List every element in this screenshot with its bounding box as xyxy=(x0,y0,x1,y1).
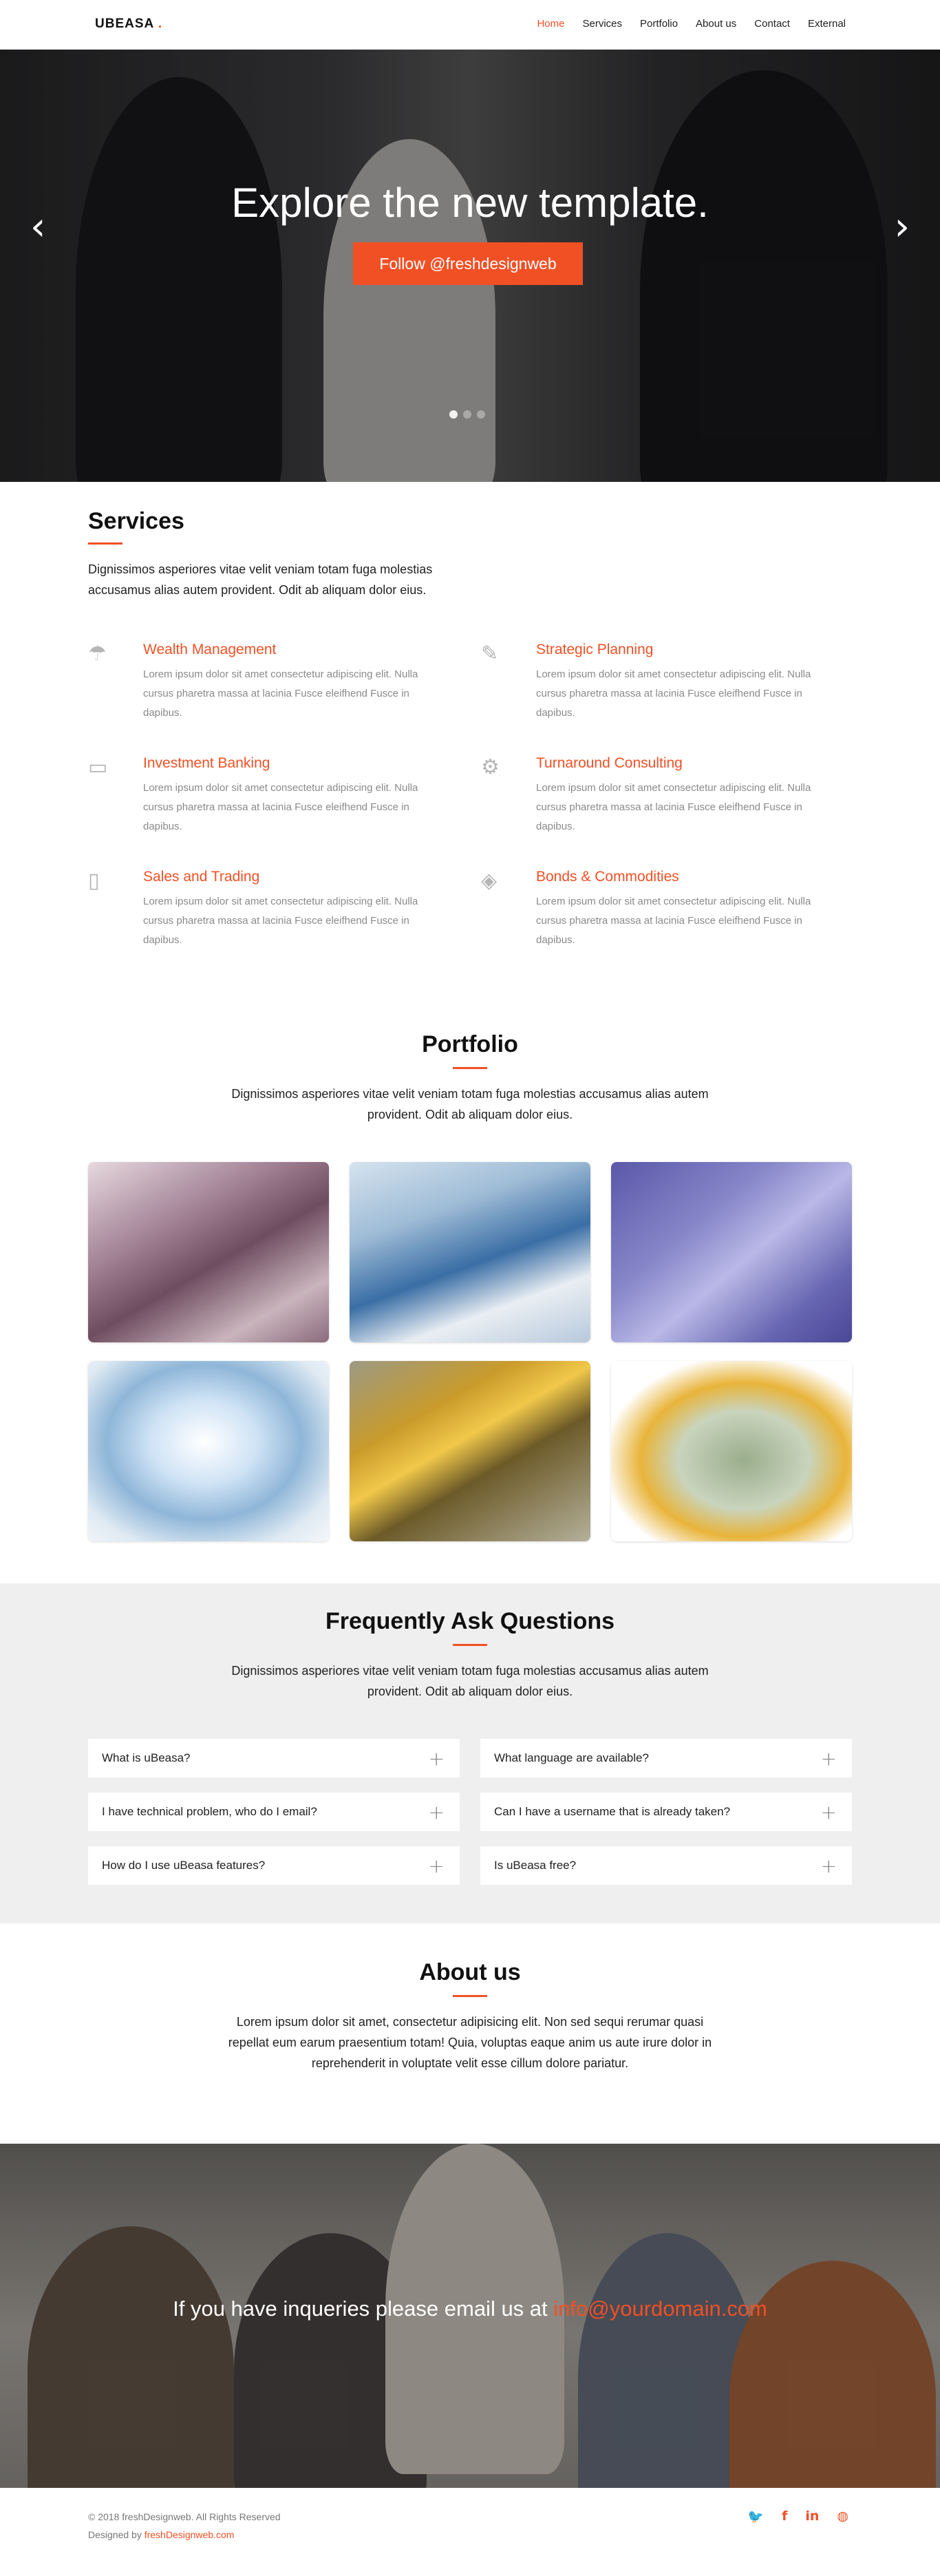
footer-designed-by: Designed by freshDesignweb.com xyxy=(88,2529,235,2540)
portfolio-item-banknote[interactable] xyxy=(88,1162,329,1342)
service-text: Lorem ipsum dolor sit amet consectetur a… xyxy=(536,896,811,946)
carousel-dot-2[interactable] xyxy=(463,410,471,419)
portfolio-item-charts[interactable] xyxy=(350,1162,590,1342)
nav-link-about[interactable]: About us xyxy=(696,18,736,30)
nav-link-home[interactable]: Home xyxy=(537,18,564,30)
portfolio-item-credit-card[interactable] xyxy=(611,1162,852,1342)
faq-item[interactable]: How do I use uBeasa features? + xyxy=(88,1846,460,1885)
umbrella-icon: ☂ xyxy=(88,642,107,666)
service-text: Lorem ipsum dolor sit amet consectetur a… xyxy=(143,782,418,832)
hero-carousel: Explore the new template. Follow @freshd… xyxy=(0,50,940,482)
hero-title: Explore the new template. xyxy=(231,180,709,226)
faq-question: What language are available? xyxy=(494,1751,649,1764)
monitor-icon: ▭ xyxy=(88,755,108,779)
plus-icon[interactable]: + xyxy=(821,1801,837,1824)
faq-intro: Dignissimos asperiores vitae velit venia… xyxy=(231,1664,709,1698)
main-menu: Home Services Portfolio About us Contact… xyxy=(519,18,846,30)
faq-question: I have technical problem, who do I email… xyxy=(102,1805,317,1818)
carousel-dot-1[interactable] xyxy=(449,410,458,419)
linkedin-icon[interactable]: in xyxy=(805,2509,819,2524)
carousel-indicators xyxy=(449,410,485,419)
portfolio-title-underline xyxy=(453,1067,487,1069)
portfolio-title: Portfolio xyxy=(422,1031,518,1057)
service-text: Lorem ipsum dolor sit amet consectetur a… xyxy=(536,668,811,719)
trash-can-icon: ▯ xyxy=(88,869,100,893)
layers-icon: ◈ xyxy=(481,869,498,893)
contact-text: If you have inqueries please email us at… xyxy=(173,2297,767,2321)
service-text: Lorem ipsum dolor sit amet consectetur a… xyxy=(143,896,418,946)
about-title-underline xyxy=(453,1995,487,1997)
follow-button[interactable]: Follow @freshdesignweb xyxy=(353,242,583,285)
dribbble-icon[interactable]: ◍ xyxy=(837,2509,848,2524)
chevron-left-icon[interactable]: ‹ xyxy=(30,208,45,246)
about-text: Lorem ipsum dolor sit amet, consectetur … xyxy=(228,2015,712,2070)
about-title: About us xyxy=(419,1959,521,1985)
contact-banner: If you have inqueries please email us at… xyxy=(0,2144,940,2488)
plus-icon[interactable]: + xyxy=(429,1801,445,1824)
services-intro: Dignissimos asperiores vitae velit venia… xyxy=(88,562,433,597)
portfolio-intro: Dignissimos asperiores vitae velit venia… xyxy=(231,1087,709,1121)
faq-title-underline xyxy=(453,1644,487,1646)
nav-link-portfolio[interactable]: Portfolio xyxy=(640,18,678,30)
portfolio-item-diamond[interactable] xyxy=(88,1361,329,1541)
twitter-icon[interactable]: 🐦 xyxy=(747,2509,764,2524)
service-title[interactable]: Investment Banking xyxy=(143,755,270,772)
faq-item[interactable]: I have technical problem, who do I email… xyxy=(88,1793,460,1831)
faq-item[interactable]: Is uBeasa free? + xyxy=(480,1846,852,1885)
facebook-icon[interactable]: f xyxy=(782,2509,787,2524)
services-title: Services xyxy=(88,508,184,534)
designer-link[interactable]: freshDesignweb.com xyxy=(145,2529,235,2540)
faq-item[interactable]: What language are available? + xyxy=(480,1739,852,1777)
nav-link-services[interactable]: Services xyxy=(582,18,622,30)
footer-copyright: © 2018 freshDesignweb. All Rights Reserv… xyxy=(88,2511,281,2522)
portfolio-item-money-lock[interactable] xyxy=(611,1361,852,1541)
service-title[interactable]: Sales and Trading xyxy=(143,869,259,885)
plus-icon[interactable]: + xyxy=(821,1747,837,1770)
plus-icon[interactable]: + xyxy=(429,1747,445,1770)
faq-question: How do I use uBeasa features? xyxy=(102,1859,266,1872)
service-title[interactable]: Turnaround Consulting xyxy=(536,755,683,772)
service-text: Lorem ipsum dolor sit amet consectetur a… xyxy=(143,668,418,719)
service-title[interactable]: Bonds & Commodities xyxy=(536,869,679,885)
faq-item[interactable]: What is uBeasa? + xyxy=(88,1739,460,1777)
service-title[interactable]: Strategic Planning xyxy=(536,642,653,658)
plus-icon[interactable]: + xyxy=(429,1855,445,1877)
portfolio-item-gold-bars[interactable] xyxy=(350,1361,590,1541)
services-title-underline xyxy=(88,542,122,545)
faq-title: Frequently Ask Questions xyxy=(325,1608,615,1634)
faq-question: Can I have a username that is already ta… xyxy=(494,1805,731,1818)
faq-item[interactable]: Can I have a username that is already ta… xyxy=(480,1793,852,1831)
faq-question: Is uBeasa free? xyxy=(494,1859,577,1872)
site-logo[interactable]: UBEASA . xyxy=(95,17,162,32)
contact-email-link[interactable]: info@yourdomain.com xyxy=(553,2297,767,2321)
faq-question: What is uBeasa? xyxy=(102,1751,191,1764)
carousel-dot-3[interactable] xyxy=(477,410,485,419)
nav-link-external[interactable]: External xyxy=(808,18,846,30)
plus-icon[interactable]: + xyxy=(821,1855,837,1877)
top-navbar: UBEASA . Home Services Portfolio About u… xyxy=(0,0,940,50)
gear-icon: ⚙ xyxy=(481,755,500,779)
service-title[interactable]: Wealth Management xyxy=(143,642,276,658)
chevron-right-icon[interactable]: › xyxy=(895,208,910,246)
pencil-icon: ✎ xyxy=(481,642,499,666)
nav-link-contact[interactable]: Contact xyxy=(754,18,790,30)
social-links: 🐦 f in ◍ xyxy=(747,2509,848,2524)
service-text: Lorem ipsum dolor sit amet consectetur a… xyxy=(536,782,811,832)
